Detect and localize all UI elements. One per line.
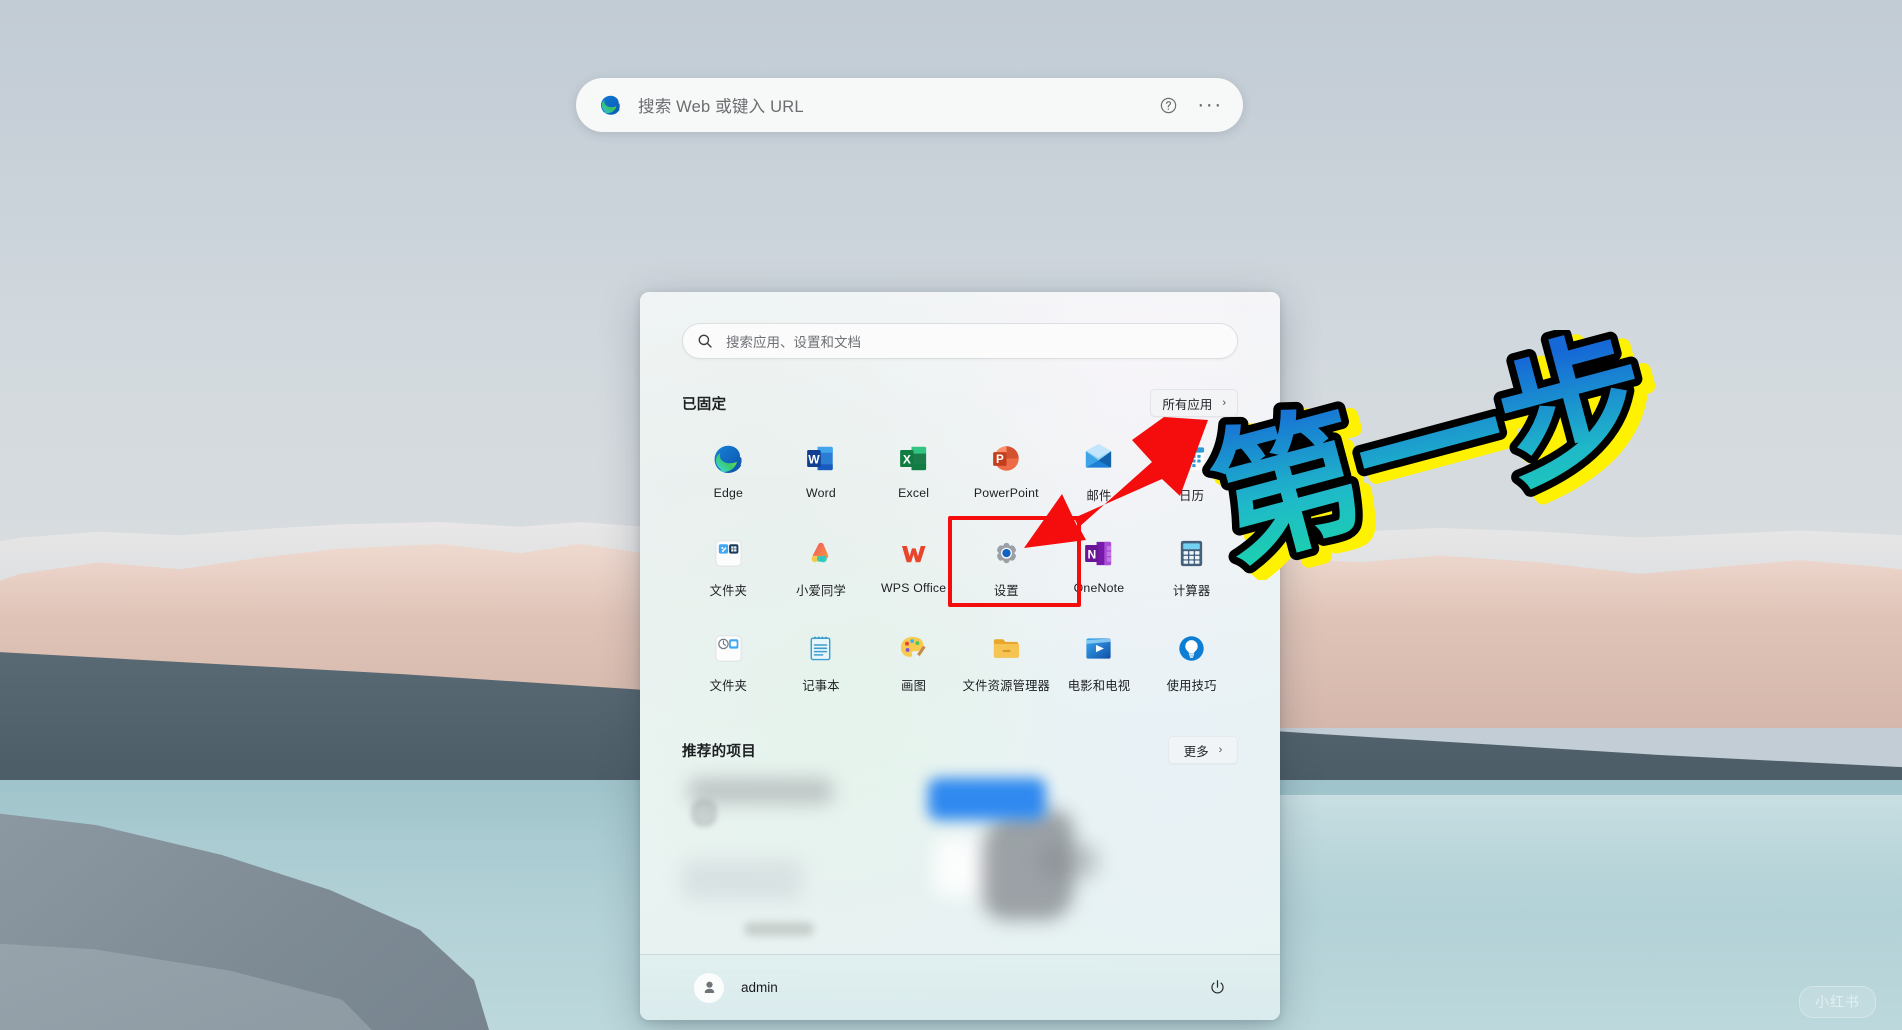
recommended-title: 推荐的项目 (682, 743, 756, 760)
app-tile-edge[interactable]: Edge (682, 431, 775, 516)
help-circle-icon[interactable] (1155, 92, 1181, 118)
calculator-icon (1175, 537, 1208, 570)
account-name: admin (741, 980, 778, 995)
svg-text:N: N (1088, 547, 1097, 561)
folder-group2-icon (712, 632, 745, 665)
app-tile-mail[interactable]: 邮件 (1053, 431, 1146, 516)
app-tile-settings[interactable]: 设置 (960, 526, 1053, 611)
pinned-header: 已固定 所有应用 › (682, 389, 1238, 417)
all-apps-button[interactable]: 所有应用 › (1150, 389, 1238, 417)
recommended-section: 推荐的项目 更多 › (682, 736, 1238, 949)
app-label: OneNote (1073, 581, 1125, 595)
user-account-button[interactable]: admin (694, 972, 778, 1003)
edge-search-placeholder: 搜索 Web 或键入 URL (638, 98, 804, 116)
tips-icon (1175, 632, 1208, 665)
blurred-item-highlight (928, 778, 1046, 820)
app-tile-notepad[interactable]: 记事本 (775, 621, 868, 706)
app-label: 小爱同学 (795, 584, 846, 598)
recommended-more-button[interactable]: 更多 › (1168, 736, 1238, 764)
blurred-item (682, 860, 802, 900)
folder-group-icon (712, 537, 745, 570)
watermark: 小红书 (1799, 986, 1876, 1018)
app-label: PowerPoint (973, 486, 1039, 500)
app-label: Edge (713, 486, 744, 500)
app-label: 文件资源管理器 (962, 679, 1051, 693)
app-tile-powerpoint[interactable]: P PowerPoint (960, 431, 1053, 516)
chevron-right-icon: › (1222, 397, 1226, 409)
app-label: 文件夹 (709, 679, 748, 693)
blurred-item (744, 922, 814, 936)
excel-icon: X (897, 442, 930, 475)
start-menu-panel: 搜索应用、设置和文档 已固定 所有应用 › Edge W Word X Exce… (640, 292, 1280, 1020)
start-search-placeholder: 搜索应用、设置和文档 (726, 335, 861, 350)
app-tile-calculator[interactable]: 计算器 (1145, 526, 1238, 611)
recommended-header: 推荐的项目 更多 › (682, 736, 1238, 764)
svg-text:W: W (809, 452, 821, 466)
settings-gear-icon (990, 537, 1023, 570)
calendar-icon (1175, 442, 1208, 475)
svg-text:P: P (996, 453, 1004, 466)
app-tile-folder-2[interactable]: 文件夹 (682, 621, 775, 706)
movies-tv-icon (1082, 632, 1115, 665)
app-label: Word (806, 486, 836, 500)
app-tile-xiaoai[interactable]: 小爱同学 (775, 526, 868, 611)
notepad-icon (804, 632, 837, 665)
app-tile-tips[interactable]: 使用技巧 (1145, 621, 1238, 706)
start-search-input[interactable]: 搜索应用、设置和文档 (682, 323, 1238, 359)
app-label: 设置 (993, 584, 1019, 598)
recommended-more-label: 更多 (1183, 744, 1209, 759)
app-tile-movies-tv[interactable]: 电影和电视 (1053, 621, 1146, 706)
chevron-right-icon: › (1218, 744, 1223, 756)
blurred-item (1040, 844, 1098, 878)
paint-icon (897, 632, 930, 665)
power-icon[interactable] (1204, 975, 1230, 1001)
svg-text:X: X (903, 452, 911, 466)
app-tile-onenote[interactable]: N OneNote (1053, 526, 1146, 611)
app-label: 邮件 (1086, 489, 1112, 503)
app-label: 记事本 (802, 679, 840, 693)
user-avatar-icon (694, 972, 724, 1003)
app-label: Excel (898, 486, 930, 500)
blurred-item (692, 800, 716, 826)
all-apps-label: 所有应用 (1162, 397, 1213, 412)
app-tile-file-explorer[interactable]: 文件资源管理器 (960, 621, 1053, 706)
app-label: 日历 (1179, 489, 1205, 503)
app-tile-calendar[interactable]: 日历 (1145, 431, 1238, 516)
app-tile-excel[interactable]: X Excel (867, 431, 960, 516)
file-explorer-icon (990, 632, 1023, 665)
edge-icon (712, 442, 745, 475)
app-label: 画图 (901, 679, 927, 693)
mail-icon (1082, 442, 1115, 475)
app-tile-wps-office[interactable]: WPS Office (867, 526, 960, 611)
app-label: 使用技巧 (1166, 679, 1217, 693)
xiaoai-icon (804, 537, 837, 570)
search-icon (697, 333, 713, 349)
onenote-icon: N (1082, 537, 1115, 570)
edge-logo-icon (598, 93, 622, 117)
powerpoint-icon: P (990, 442, 1023, 475)
desktop: 搜索 Web 或键入 URL ··· 搜索应用、设置和文档 已固定 所有应用 ›… (0, 0, 1902, 1030)
word-icon: W (804, 442, 837, 475)
app-tile-word[interactable]: W Word (775, 431, 868, 516)
ellipsis-icon[interactable]: ··· (1197, 92, 1223, 118)
pinned-apps-grid: Edge W Word X Excel P PowerPoint 邮件 日历 文… (682, 431, 1238, 706)
app-tile-folder-1[interactable]: 文件夹 (682, 526, 775, 611)
pinned-title: 已固定 (682, 396, 727, 413)
app-label: 计算器 (1172, 584, 1211, 598)
start-menu-body: 搜索应用、设置和文档 已固定 所有应用 › Edge W Word X Exce… (640, 292, 1280, 954)
app-label: 电影和电视 (1067, 679, 1131, 693)
start-menu-footer: admin (640, 954, 1280, 1020)
wps-icon (897, 537, 930, 570)
app-label: WPS Office (880, 581, 947, 595)
app-tile-paint[interactable]: 画图 (867, 621, 960, 706)
edge-search-bar[interactable]: 搜索 Web 或键入 URL ··· (576, 78, 1243, 132)
app-label: 文件夹 (709, 584, 748, 598)
recommended-items-blurred (682, 774, 1238, 949)
